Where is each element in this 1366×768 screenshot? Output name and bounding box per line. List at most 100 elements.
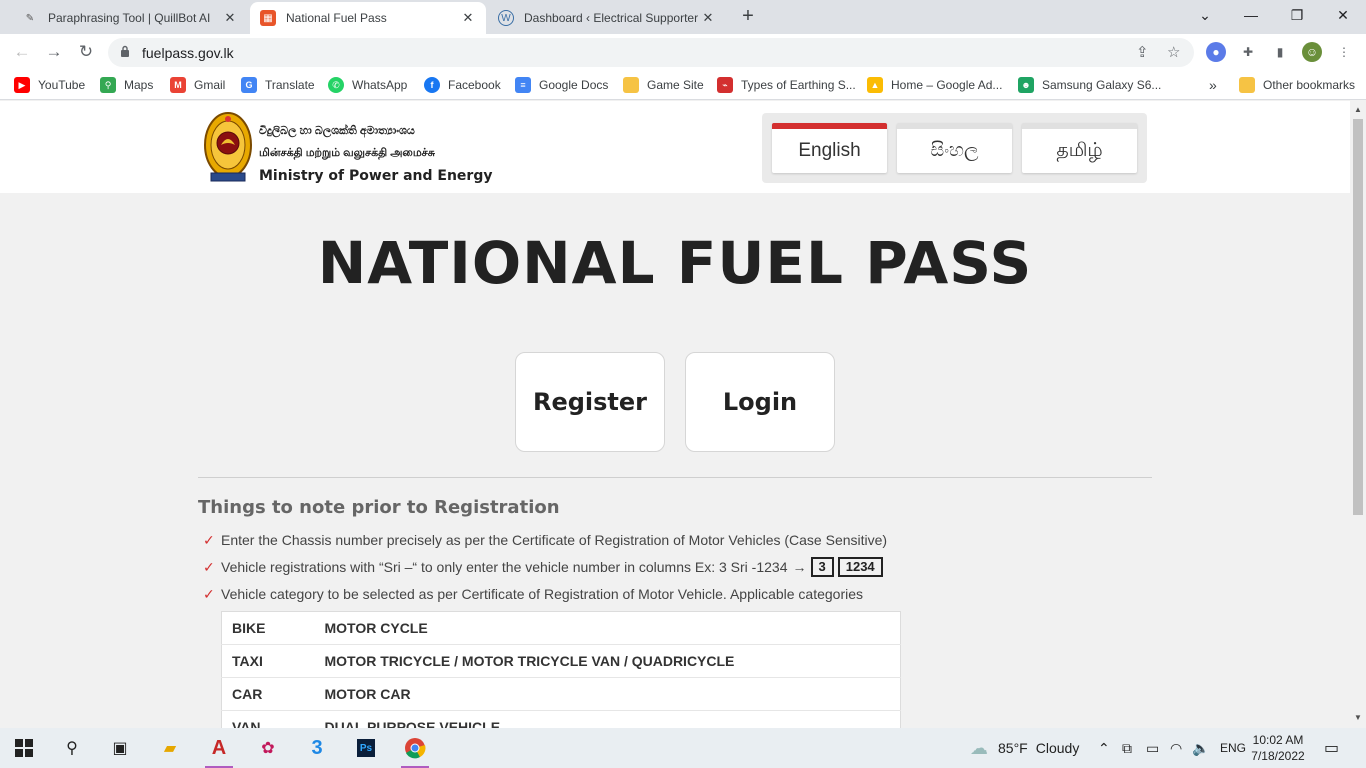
language-sinhala-button[interactable]: සිංහල <box>897 123 1012 173</box>
table-row: VAN DUAL PURPOSE VEHICLE <box>221 710 901 728</box>
scroll-up-icon[interactable]: ▲ <box>1354 105 1362 114</box>
restore-button[interactable]: ❐ <box>1274 0 1320 30</box>
reload-button[interactable]: ↻ <box>73 39 99 65</box>
minimize-button[interactable]: — <box>1228 0 1274 30</box>
ministry-name: විදුලිබල හා බලශක්ති අමාත්‍යාංශය மின்சக்த… <box>259 120 492 188</box>
bookmark-maps[interactable]: ⚲ Maps <box>100 76 153 94</box>
url-text: fuelpass.gov.lk <box>142 45 234 61</box>
table-row: CAR MOTOR CAR <box>221 677 901 711</box>
bookmark-google-docs[interactable]: ≡ Google Docs <box>515 76 608 94</box>
category-description: MOTOR CAR <box>314 677 901 711</box>
photoshop-icon[interactable]: Ps <box>352 734 380 762</box>
forward-button[interactable]: → <box>41 39 67 65</box>
share-icon[interactable]: ⇪ <box>1136 43 1149 61</box>
facebook-icon: f <box>424 77 440 93</box>
check-icon: ✓ <box>203 585 215 602</box>
tab-search-button[interactable]: ⌄ <box>1182 0 1228 30</box>
tab-dashboard[interactable]: W Dashboard ‹ Electrical Supporter ✕ <box>488 2 726 34</box>
page-scrollbar[interactable]: ▲ ▼ <box>1350 101 1366 728</box>
whatsapp-icon: ✆ <box>328 77 344 93</box>
puzzle-icon[interactable]: ✚ <box>1238 42 1258 62</box>
page-viewport: විදුලිබල හා බලශක්ති අමාත්‍යාංශය மின்சக்த… <box>0 101 1350 728</box>
battery-icon[interactable]: ▭ <box>1146 728 1159 768</box>
category-code: VAN <box>221 710 315 728</box>
bookmark-whatsapp[interactable]: ✆ WhatsApp <box>328 76 407 94</box>
more-bookmarks-button[interactable]: » <box>1209 76 1217 94</box>
earthing-icon: ⌁ <box>717 77 733 93</box>
arrow-right-icon: → <box>792 559 807 575</box>
paint-icon[interactable]: ✿ <box>254 734 282 762</box>
language-english-button[interactable]: English <box>772 123 887 173</box>
bookmark-game-site[interactable]: Game Site <box>623 76 704 94</box>
tab-national-fuel-pass[interactable]: ▦ National Fuel Pass ✕ <box>250 2 486 34</box>
bookmark-youtube[interactable]: ▶ YouTube <box>14 76 85 94</box>
bookmark-label: Types of Earthing S... <box>741 78 856 92</box>
avatar[interactable]: ☺ <box>1302 42 1322 62</box>
category-description: DUAL PURPOSE VEHICLE <box>314 710 901 728</box>
tab-quillbot[interactable]: ✎ Paraphrasing Tool | QuillBot AI ✕ <box>12 2 248 34</box>
volume-icon[interactable]: 🔈 <box>1192 728 1209 768</box>
autocad-icon[interactable]: A <box>205 734 233 768</box>
weather-text: Cloudy <box>1035 740 1080 756</box>
category-code: TAXI <box>221 644 315 678</box>
weather-widget[interactable]: ☁ 85°F Cloudy <box>970 728 1079 768</box>
bookmark-samsung-galaxy[interactable]: ☻ Samsung Galaxy S6... <box>1018 76 1161 94</box>
scrollbar-thumb[interactable] <box>1353 119 1363 515</box>
cloud-icon: ☁ <box>970 737 988 758</box>
input-language[interactable]: ENG <box>1220 728 1246 768</box>
notifications-icon[interactable]: ▭ <box>1324 728 1339 768</box>
new-tab-button[interactable]: + <box>734 4 762 30</box>
page-title: NATIONAL FUEL PASS <box>317 229 1033 297</box>
folder-icon <box>1239 77 1255 93</box>
login-button[interactable]: Login <box>685 352 835 452</box>
bookmark-label: Facebook <box>448 78 501 92</box>
search-icon[interactable]: ⚲ <box>58 734 86 762</box>
bookmarks-bar: ▶ YouTube ⚲ Maps M Gmail G Translate ✆ W… <box>0 70 1366 100</box>
file-explorer-icon[interactable]: ▰ <box>156 734 184 762</box>
table-row: BIKE MOTOR CYCLE <box>221 611 901 645</box>
close-icon[interactable]: ✕ <box>222 10 238 26</box>
language-selector: English සිංහල தமிழ் <box>762 113 1147 183</box>
address-bar[interactable]: fuelpass.gov.lk ⇪ ☆ <box>108 38 1194 67</box>
other-bookmarks-folder[interactable]: Other bookmarks <box>1239 76 1355 94</box>
example-box-prefix: 3 <box>810 557 834 577</box>
bookmark-types-of-earthing[interactable]: ⌁ Types of Earthing S... <box>717 76 856 94</box>
menu-icon[interactable]: ⋮ <box>1334 42 1354 62</box>
ministry-name-english: Ministry of Power and Energy <box>259 168 493 184</box>
bookmark-label: Samsung Galaxy S6... <box>1042 78 1162 92</box>
bookmark-label: Home – Google Ad... <box>891 78 1003 92</box>
close-window-button[interactable]: ✕ <box>1320 0 1366 30</box>
fuelpass-icon: ▦ <box>260 10 276 26</box>
bookmark-label: Google Docs <box>539 78 609 92</box>
chrome-icon[interactable] <box>401 734 429 768</box>
scroll-down-icon[interactable]: ▼ <box>1354 713 1362 722</box>
site-header: විදුලිබල හා බලශක්ති අමාත්‍යාංශය மின்சக்த… <box>0 101 1350 193</box>
task-view-icon[interactable]: ▣ <box>106 734 134 762</box>
note-text: Enter the Chassis number precisely as pe… <box>221 532 888 548</box>
close-icon[interactable]: ✕ <box>460 10 476 26</box>
bookmark-google-ads[interactable]: ▲ Home – Google Ad... <box>867 76 1002 94</box>
bookmark-facebook[interactable]: f Facebook <box>424 76 501 94</box>
ministry-name-tamil: மின்சக்தி மற்றும் வலுசக்தி அமைச்சு <box>259 147 435 159</box>
close-icon[interactable]: ✕ <box>700 10 716 26</box>
bookmark-gmail[interactable]: M Gmail <box>170 76 225 94</box>
extension-icon[interactable]: ● <box>1206 42 1226 62</box>
system-clock[interactable]: 10:02 AM 7/18/2022 <box>1248 732 1308 764</box>
bookmark-label: Game Site <box>647 78 704 92</box>
browser-toolbar: ← → ↻ fuelpass.gov.lk ⇪ ☆ ● ✚ ▮ ☺ ⋮ <box>0 34 1366 70</box>
google-ads-icon: ▲ <box>867 77 883 93</box>
bookmark-translate[interactable]: G Translate <box>241 76 315 94</box>
app-3-icon[interactable]: 3 <box>303 734 331 762</box>
meet-now-icon[interactable]: ⧉ <box>1122 728 1132 768</box>
note-item: ✓ Vehicle registrations with “Sri –“ to … <box>203 557 883 577</box>
docs-icon: ≡ <box>515 77 531 93</box>
windows-start-icon[interactable] <box>10 734 38 762</box>
back-button[interactable]: ← <box>9 39 35 65</box>
side-panel-icon[interactable]: ▮ <box>1270 42 1290 62</box>
government-emblem-icon <box>204 112 252 182</box>
wifi-icon[interactable]: ◠ <box>1170 728 1182 768</box>
language-tamil-button[interactable]: தமிழ் <box>1022 123 1137 173</box>
bookmark-star-icon[interactable]: ☆ <box>1167 43 1180 61</box>
register-button[interactable]: Register <box>515 352 665 452</box>
show-hidden-icons-button[interactable]: ⌃ <box>1098 728 1110 768</box>
